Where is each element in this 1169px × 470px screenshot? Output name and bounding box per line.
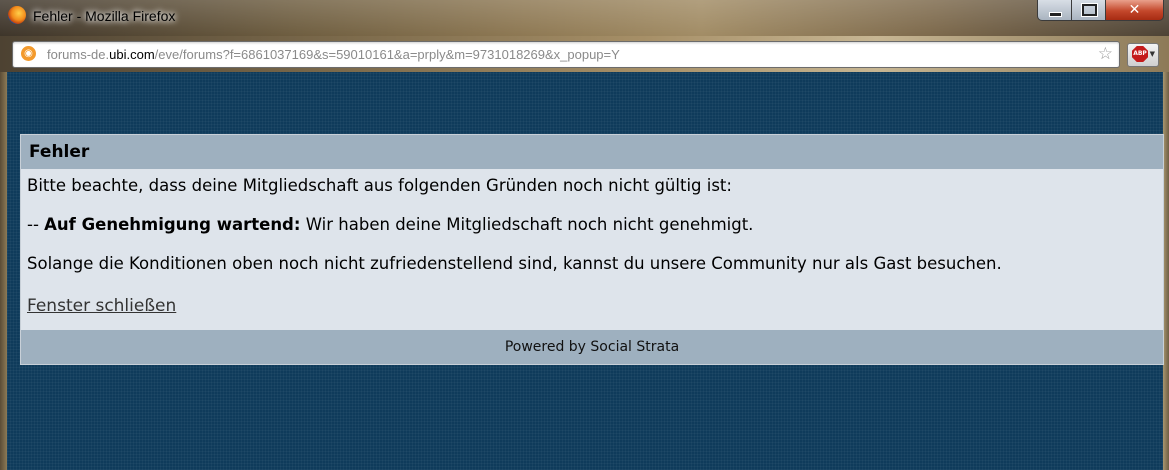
footer: Powered by Social Strata [21,330,1163,364]
url-text[interactable]: forums-de.ubi.com/eve/forums?f=686103716… [47,47,620,62]
reason-label: Auf Genehmigung wartend: [44,215,301,234]
close-icon: ✕ [1128,2,1141,18]
window-border-left [0,72,7,470]
close-button[interactable]: ✕ [1105,0,1164,21]
error-title: Fehler [29,142,90,162]
minimize-icon [1048,11,1062,17]
site-favicon: ◉ [21,46,36,61]
error-header: Fehler [21,135,1163,169]
guest-note: Solange die Konditionen oben noch nicht … [27,254,1002,273]
page-content: Fehler Bitte beachte, dass deine Mitglie… [7,72,1164,470]
close-window-link[interactable]: Fenster schließen [27,296,176,316]
adblock-icon: ABP [1132,46,1148,62]
reason-line: -- Auf Genehmigung wartend: Wir haben de… [27,215,754,234]
chevron-down-icon: ▼ [1149,50,1155,58]
url-bar[interactable]: ◉ forums-de.ubi.com/eve/forums?f=6861037… [12,41,1120,68]
maximize-button[interactable] [1071,0,1107,21]
firefox-logo-icon [8,6,26,24]
maximize-icon [1081,4,1097,16]
adblock-plus-button[interactable]: ABP ▼ [1127,43,1159,67]
reason-text: Wir haben deine Mitgliedschaft noch nich… [300,215,754,234]
minimize-button[interactable] [1037,0,1073,21]
window-title: Fehler - Mozilla Firefox [33,8,176,24]
error-box: Fehler Bitte beachte, dass deine Mitglie… [20,134,1164,365]
star-icon[interactable]: ☆ [1098,44,1113,64]
intro-text: Bitte beachte, dass deine Mitgliedschaft… [27,176,732,195]
error-body: Bitte beachte, dass deine Mitgliedschaft… [21,169,1163,330]
